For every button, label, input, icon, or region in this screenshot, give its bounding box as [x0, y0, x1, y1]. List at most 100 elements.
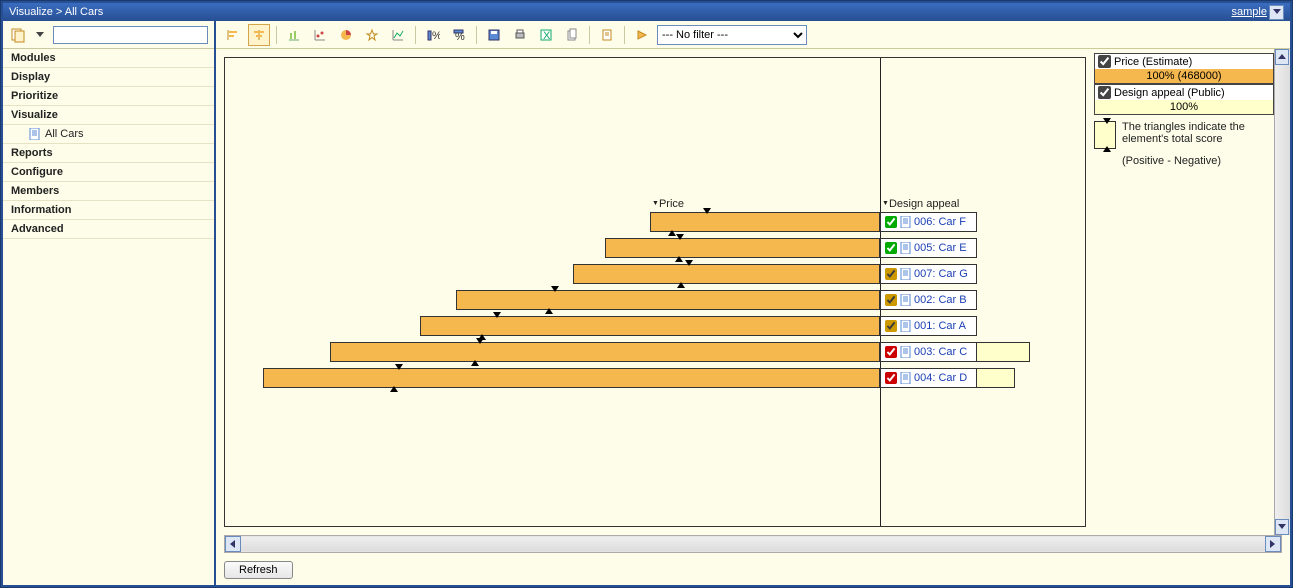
sidebar-item-all-cars[interactable]: All Cars [3, 125, 214, 144]
row-link[interactable]: 003: Car C [914, 346, 967, 358]
sidebar-item-visualize[interactable]: Visualize [3, 106, 214, 125]
legend-triangle-sub: (Positive - Negative) [1122, 155, 1274, 167]
row-link[interactable]: 006: Car F [914, 216, 966, 228]
sidebar-item-information[interactable]: Information [3, 201, 214, 220]
chart-canvas: ▼Price ▼Design appeal 006: Car F 005: Car E… [224, 57, 1086, 527]
row-label: 007: Car G [880, 264, 977, 284]
legend-label: Design appeal (Public) [1114, 87, 1225, 99]
price-bar [263, 368, 880, 388]
document-icon[interactable] [596, 24, 618, 46]
row-link[interactable]: 001: Car A [914, 320, 966, 332]
chart-bicone-icon[interactable] [248, 24, 270, 46]
row-checkbox[interactable] [885, 216, 897, 228]
triangle-down-icon [476, 338, 484, 344]
copy-icon[interactable] [9, 26, 27, 44]
row-label: 005: Car E [880, 238, 977, 258]
triangle-down-icon [395, 364, 403, 370]
chevron-down-icon[interactable] [1269, 5, 1284, 20]
row-label: 006: Car F [880, 212, 977, 232]
scroll-down-icon[interactable] [1275, 519, 1289, 535]
scroll-left-icon[interactable] [225, 536, 241, 552]
scroll-up-icon[interactable] [1275, 49, 1289, 65]
search-input[interactable] [53, 26, 208, 44]
price-bar [605, 238, 880, 258]
triangle-down-icon [685, 260, 693, 266]
chart-scatter-icon[interactable] [309, 24, 331, 46]
chart-row: 006: Car F [225, 210, 1085, 236]
filter-select[interactable]: --- No filter --- [657, 25, 807, 45]
sidebar-item-members[interactable]: Members [3, 182, 214, 201]
price-bar [330, 342, 880, 362]
breadcrumb: Visualize > All Cars [9, 6, 103, 18]
axis-label-design: ▼Design appeal [882, 198, 959, 210]
row-checkbox[interactable] [885, 372, 897, 384]
page-icon [900, 216, 911, 228]
copy-clipboard-icon[interactable] [561, 24, 583, 46]
chart-line-icon[interactable] [387, 24, 409, 46]
save-icon[interactable] [483, 24, 505, 46]
chevron-down-icon[interactable] [31, 26, 49, 44]
horizontal-scrollbar[interactable] [224, 535, 1282, 553]
chart-row: 001: Car A [225, 314, 1085, 340]
print-icon[interactable] [509, 24, 531, 46]
price-bar [420, 316, 880, 336]
chart-row: 003: Car C [225, 340, 1085, 366]
profile-selector[interactable]: sample [1232, 5, 1284, 20]
sidebar-item-advanced[interactable]: Advanced [3, 220, 214, 239]
page-icon [900, 320, 911, 332]
chart-row: 002: Car B [225, 288, 1085, 314]
export-excel-icon[interactable]: X [535, 24, 557, 46]
chart-row: 007: Car G [225, 262, 1085, 288]
row-link[interactable]: 007: Car G [914, 268, 968, 280]
row-label: 003: Car C [880, 342, 977, 362]
legend-checkbox-price[interactable] [1098, 55, 1111, 68]
scroll-right-icon[interactable] [1265, 536, 1281, 552]
row-checkbox[interactable] [885, 242, 897, 254]
svg-text:X: X [543, 30, 551, 42]
triangle-down-icon [551, 286, 559, 292]
chart-vbar-icon[interactable] [283, 24, 305, 46]
page-icon [900, 268, 911, 280]
legend-bar-price: 100% (468000) [1095, 69, 1273, 83]
row-checkbox[interactable] [885, 346, 897, 358]
triangle-up-icon [390, 386, 398, 392]
row-link[interactable]: 002: Car B [914, 294, 967, 306]
row-link[interactable]: 004: Car D [914, 372, 967, 384]
row-checkbox[interactable] [885, 294, 897, 306]
axis-label-price: ▼Price [652, 198, 684, 210]
toolbar: % % X --- No filter --- [216, 21, 1290, 49]
row-label: 002: Car B [880, 290, 977, 310]
svg-text:%: % [455, 31, 465, 42]
percent-columns-icon[interactable]: % [422, 24, 444, 46]
page-icon [900, 346, 911, 358]
vertical-scrollbar[interactable] [1274, 49, 1290, 535]
page-icon [900, 294, 911, 306]
row-label: 004: Car D [880, 368, 977, 388]
row-checkbox[interactable] [885, 320, 897, 332]
row-link[interactable]: 005: Car E [914, 242, 967, 254]
sidebar-item-display[interactable]: Display [3, 68, 214, 87]
triangle-symbol-icon [1094, 121, 1116, 149]
profile-name: sample [1232, 6, 1267, 18]
chart-hbar-icon[interactable] [222, 24, 244, 46]
percent-rows-icon[interactable]: % [448, 24, 470, 46]
sidebar-item-modules[interactable]: Modules [3, 49, 214, 68]
sidebar-item-prioritize[interactable]: Prioritize [3, 87, 214, 106]
row-label: 001: Car A [880, 316, 977, 336]
sidebar: Modules Display Prioritize Visualize All… [3, 21, 216, 585]
row-checkbox[interactable] [885, 268, 897, 280]
legend-bar-design: 100% [1095, 100, 1273, 114]
chart-star-icon[interactable] [361, 24, 383, 46]
go-icon[interactable] [631, 24, 653, 46]
chart-row: 004: Car D [225, 366, 1085, 392]
refresh-button[interactable]: Refresh [224, 561, 293, 579]
page-icon [29, 128, 41, 140]
chart-pie-icon[interactable] [335, 24, 357, 46]
legend-checkbox-design[interactable] [1098, 86, 1111, 99]
legend-label: Price (Estimate) [1114, 56, 1192, 68]
legend-triangle-note: The triangles indicate the element's tot… [1122, 121, 1274, 145]
sidebar-item-reports[interactable]: Reports [3, 144, 214, 163]
sidebar-item-label: All Cars [45, 128, 84, 140]
price-bar [573, 264, 880, 284]
sidebar-item-configure[interactable]: Configure [3, 163, 214, 182]
